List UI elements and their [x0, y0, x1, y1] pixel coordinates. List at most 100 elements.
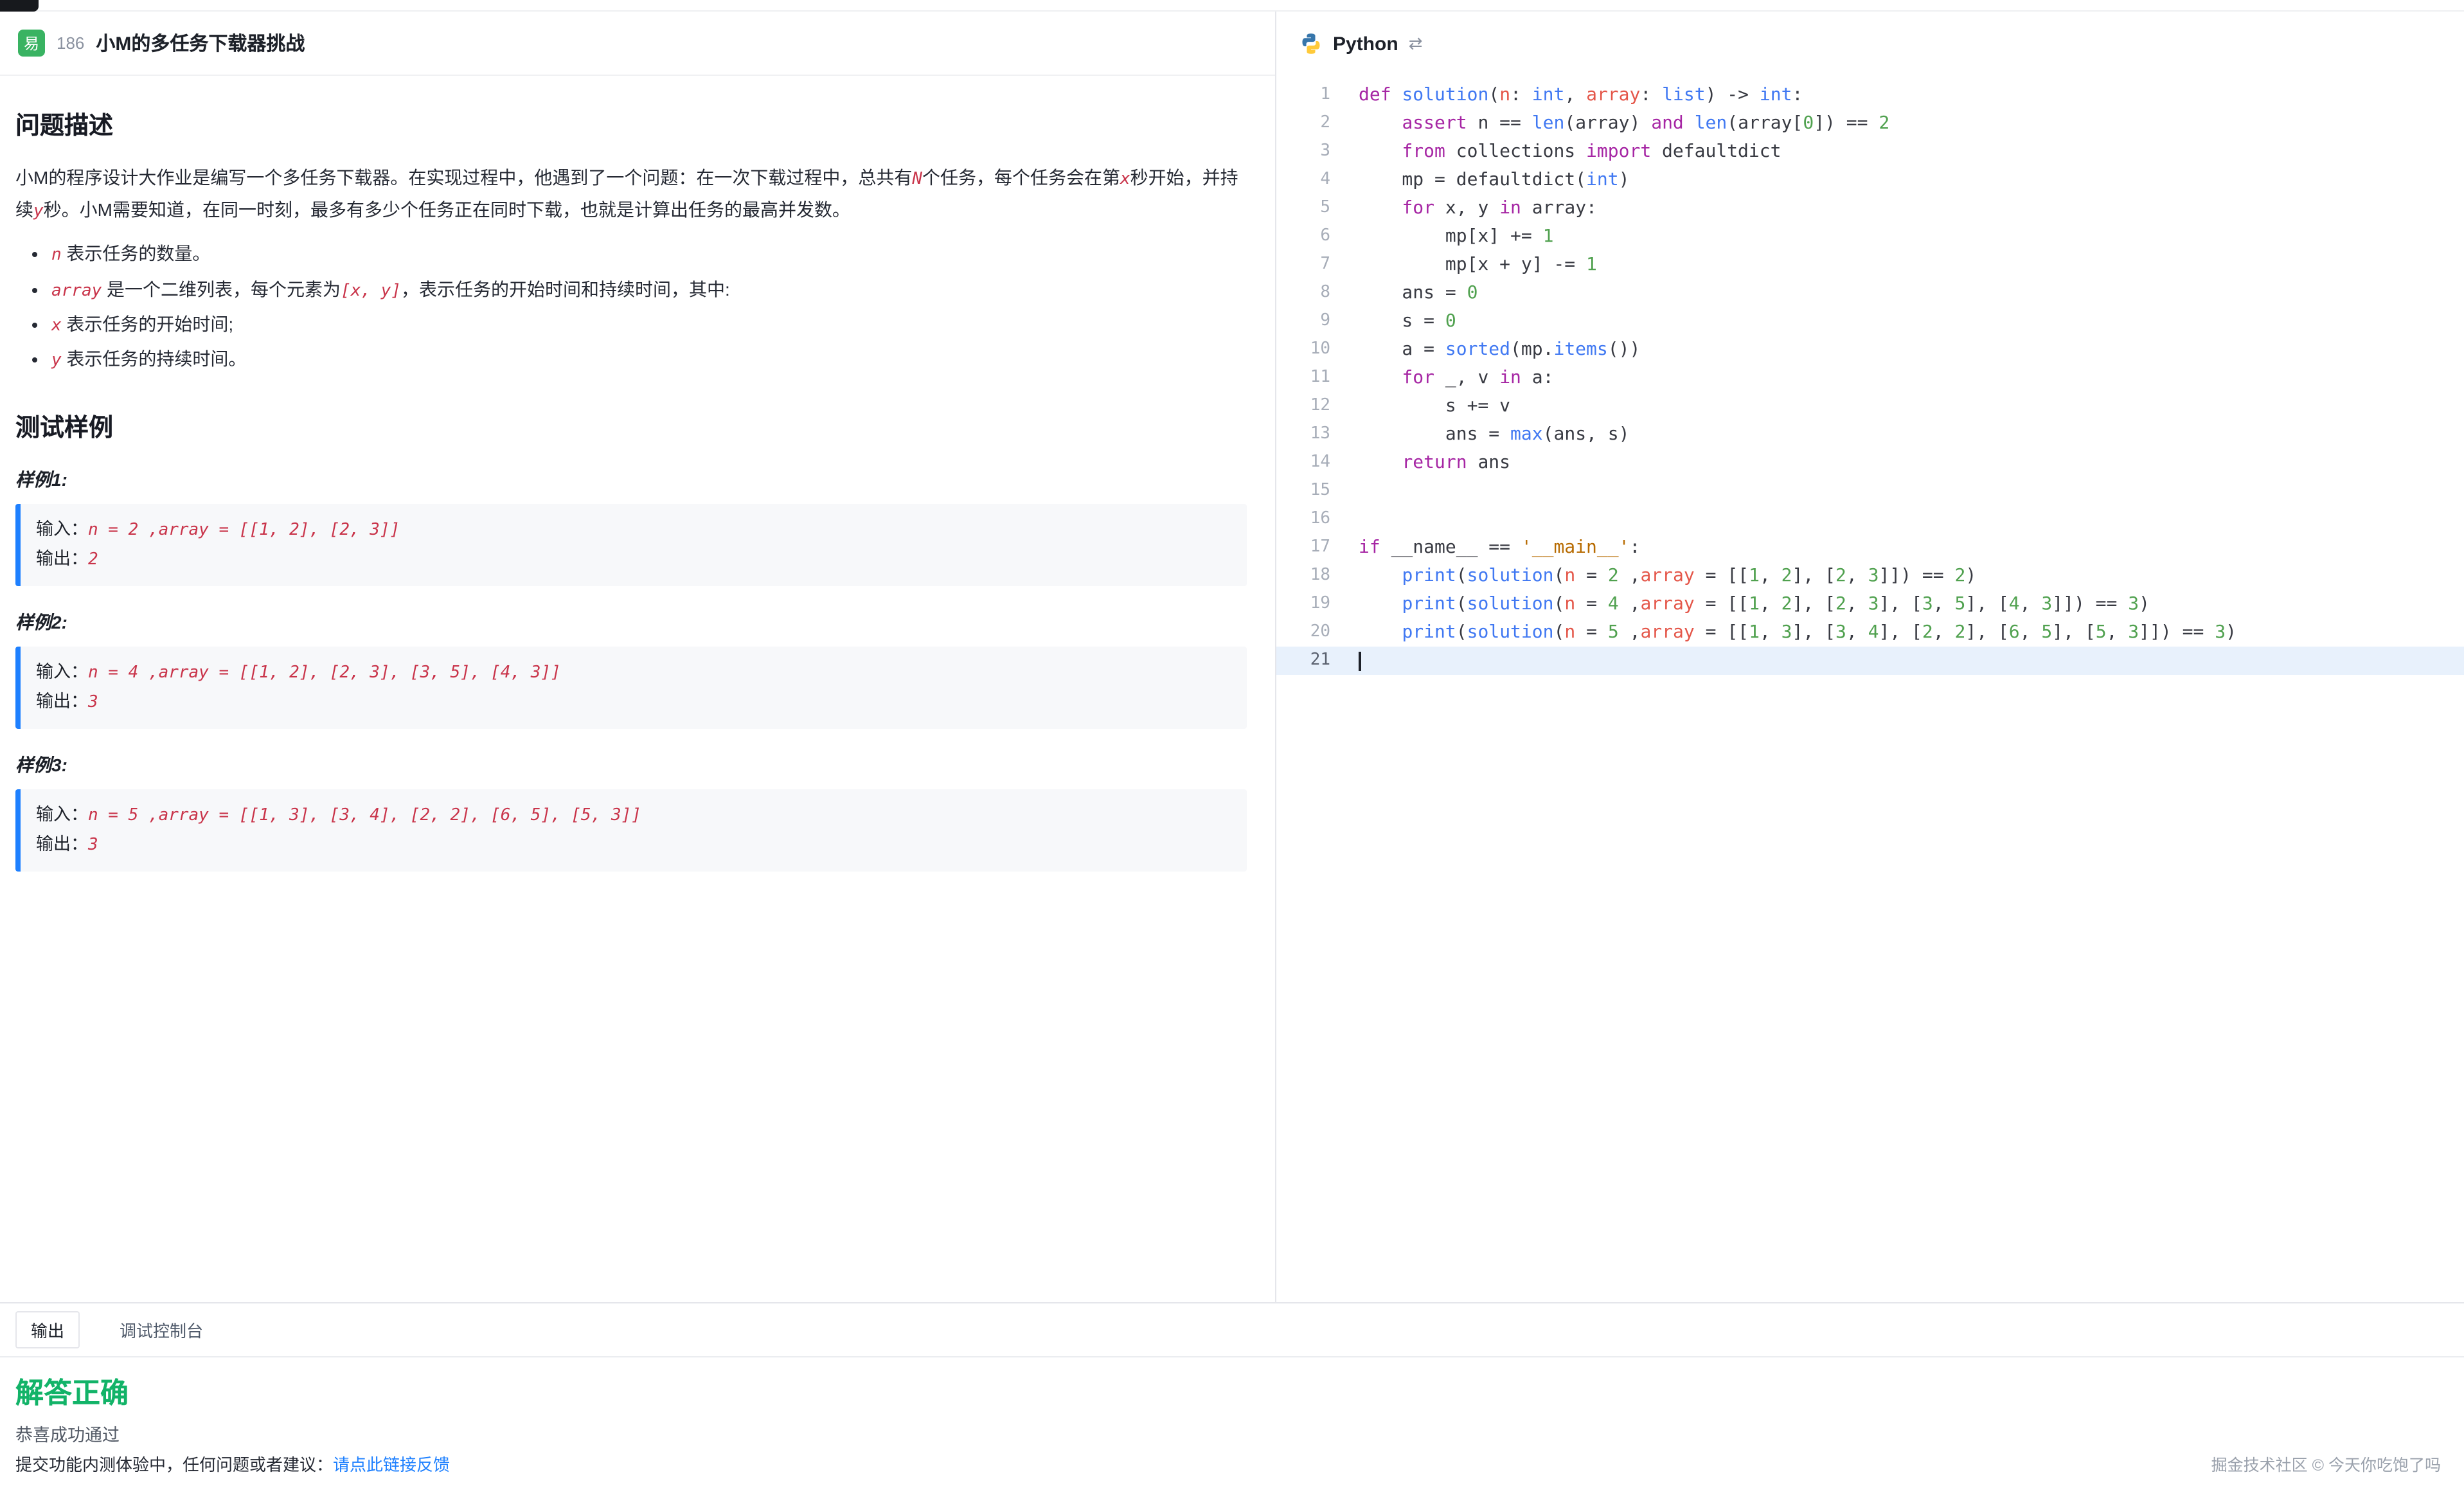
- sample-output-line: 输出：2: [36, 544, 1231, 574]
- line-number[interactable]: 15: [1276, 477, 1359, 505]
- description-heading: 问题描述: [15, 107, 1247, 141]
- line-number[interactable]: 3: [1276, 138, 1359, 166]
- tab-debug-console[interactable]: 调试控制台: [105, 1312, 217, 1347]
- line-number[interactable]: 12: [1276, 392, 1359, 420]
- output-tabs: 输出 调试控制台: [0, 1303, 2464, 1357]
- line-number[interactable]: 17: [1276, 533, 1359, 562]
- code-line[interactable]: 13 ans = max(ans, s): [1276, 420, 2464, 449]
- code-text[interactable]: return ans: [1359, 449, 2464, 477]
- problem-title: 小M的多任务下载器挑战: [96, 30, 305, 57]
- code-line[interactable]: 3 from collections import defaultdict: [1276, 138, 2464, 166]
- inline-code: x: [1120, 170, 1130, 189]
- feedback-text: 提交功能内测体验中，任何问题或者建议：请点此链接反馈: [15, 1451, 450, 1476]
- sample-input-line: 输入：n = 5 ,array = [[1, 3], [3, 4], [2, 2…: [36, 801, 1231, 830]
- editor-panel: Python ⇄ 1def solution(n: int, array: li…: [1276, 12, 2464, 1302]
- code-text[interactable]: if __name__ == '__main__':: [1359, 533, 2464, 562]
- line-number[interactable]: 19: [1276, 590, 1359, 618]
- code-line[interactable]: 16: [1276, 505, 2464, 533]
- code-line[interactable]: 21: [1276, 647, 2464, 675]
- code-line[interactable]: 1def solution(n: int, array: list) -> in…: [1276, 81, 2464, 109]
- code-text[interactable]: s = 0: [1359, 307, 2464, 336]
- code-text[interactable]: print(solution(n = 4 ,array = [[1, 2], […: [1359, 590, 2464, 618]
- code-line[interactable]: 19 print(solution(n = 4 ,array = [[1, 2]…: [1276, 590, 2464, 618]
- code-text[interactable]: mp[x + y] -= 1: [1359, 251, 2464, 279]
- code-line[interactable]: 2 assert n == len(array) and len(array[0…: [1276, 109, 2464, 138]
- difficulty-badge: 易: [18, 30, 45, 57]
- language-switch-icon[interactable]: ⇄: [1409, 33, 1423, 54]
- code-text[interactable]: print(solution(n = 2 ,array = [[1, 2], […: [1359, 562, 2464, 590]
- line-number[interactable]: 11: [1276, 364, 1359, 392]
- code-text[interactable]: def solution(n: int, array: list) -> int…: [1359, 81, 2464, 109]
- problem-header: 易 186 小M的多任务下载器挑战: [0, 12, 1275, 76]
- code-text[interactable]: [1359, 505, 2464, 533]
- line-number[interactable]: 18: [1276, 562, 1359, 590]
- sample-block: 输入：n = 4 ,array = [[1, 2], [2, 3], [3, 5…: [15, 647, 1247, 729]
- code-line[interactable]: 9 s = 0: [1276, 307, 2464, 336]
- result-subtitle: 恭喜成功通过: [15, 1420, 2446, 1446]
- line-number[interactable]: 10: [1276, 336, 1359, 364]
- code-text[interactable]: a = sorted(mp.items()): [1359, 336, 2464, 364]
- sample-input-line: 输入：n = 2 ,array = [[1, 2], [2, 3]]: [36, 515, 1231, 544]
- problem-panel: 易 186 小M的多任务下载器挑战 问题描述 小M的程序设计大作业是编写一个多任…: [0, 12, 1276, 1302]
- code-text[interactable]: for x, y in array:: [1359, 194, 2464, 222]
- code-line[interactable]: 18 print(solution(n = 2 ,array = [[1, 2]…: [1276, 562, 2464, 590]
- code-line[interactable]: 20 print(solution(n = 5 ,array = [[1, 3]…: [1276, 618, 2464, 647]
- code-text[interactable]: [1359, 647, 2464, 675]
- sample-input-code: n = 4 ,array = [[1, 2], [2, 3], [3, 5], …: [88, 663, 561, 683]
- code-text[interactable]: print(solution(n = 5 ,array = [[1, 3], […: [1359, 618, 2464, 647]
- sample-input-label: 输入：: [36, 662, 88, 681]
- line-number[interactable]: 14: [1276, 449, 1359, 477]
- problem-content: 问题描述 小M的程序设计大作业是编写一个多任务下载器。在实现过程中，他遇到了一个…: [0, 76, 1275, 1302]
- code-line[interactable]: 5 for x, y in array:: [1276, 194, 2464, 222]
- code-text[interactable]: assert n == len(array) and len(array[0])…: [1359, 109, 2464, 138]
- code-text[interactable]: [1359, 477, 2464, 505]
- sample-case-1: 样例1: 输入：n = 2 ,array = [[1, 2], [2, 3]] …: [15, 466, 1247, 586]
- editor-header: Python ⇄: [1276, 12, 2464, 76]
- feedback-link[interactable]: 请点此链接反馈: [333, 1455, 450, 1474]
- line-number[interactable]: 1: [1276, 81, 1359, 109]
- code-line[interactable]: 6 mp[x] += 1: [1276, 222, 2464, 251]
- line-number[interactable]: 5: [1276, 194, 1359, 222]
- line-number[interactable]: 2: [1276, 109, 1359, 138]
- line-number[interactable]: 16: [1276, 505, 1359, 533]
- code-text[interactable]: mp = defaultdict(int): [1359, 166, 2464, 194]
- line-number[interactable]: 8: [1276, 279, 1359, 307]
- sample-input-label: 输入：: [36, 805, 88, 824]
- language-label[interactable]: Python: [1333, 33, 1398, 55]
- code-line[interactable]: 11 for _, v in a:: [1276, 364, 2464, 392]
- sample-output-code: 3: [88, 693, 98, 712]
- code-editor[interactable]: 1def solution(n: int, array: list) -> in…: [1276, 76, 2464, 1302]
- code-text[interactable]: mp[x] += 1: [1359, 222, 2464, 251]
- line-number[interactable]: 4: [1276, 166, 1359, 194]
- sample-input-label: 输入：: [36, 519, 88, 538]
- code-line[interactable]: 14 return ans: [1276, 449, 2464, 477]
- line-number[interactable]: 7: [1276, 251, 1359, 279]
- line-number[interactable]: 20: [1276, 618, 1359, 647]
- code-text[interactable]: ans = 0: [1359, 279, 2464, 307]
- inline-code: y: [33, 202, 44, 221]
- code-text[interactable]: ans = max(ans, s): [1359, 420, 2464, 449]
- code-line[interactable]: 10 a = sorted(mp.items()): [1276, 336, 2464, 364]
- line-number[interactable]: 9: [1276, 307, 1359, 336]
- line-number[interactable]: 21: [1276, 647, 1359, 675]
- code-text[interactable]: for _, v in a:: [1359, 364, 2464, 392]
- inline-code: [x, y]: [341, 281, 401, 300]
- line-number[interactable]: 13: [1276, 420, 1359, 449]
- sample-label: 样例2:: [15, 609, 1247, 635]
- code-line[interactable]: 17if __name__ == '__main__':: [1276, 533, 2464, 562]
- sample-output-code: 2: [88, 550, 98, 569]
- code-line[interactable]: 15: [1276, 477, 2464, 505]
- code-text[interactable]: from collections import defaultdict: [1359, 138, 2464, 166]
- sample-output-line: 输出：3: [36, 830, 1231, 860]
- code-line[interactable]: 4 mp = defaultdict(int): [1276, 166, 2464, 194]
- inline-code: n: [51, 246, 62, 265]
- code-line[interactable]: 8 ans = 0: [1276, 279, 2464, 307]
- sample-output-label: 输出：: [36, 692, 88, 711]
- code-line[interactable]: 7 mp[x + y] -= 1: [1276, 251, 2464, 279]
- line-number[interactable]: 6: [1276, 222, 1359, 251]
- code-line[interactable]: 12 s += v: [1276, 392, 2464, 420]
- tab-output[interactable]: 输出: [15, 1311, 80, 1348]
- bullet-item: n 表示任务的数量。: [51, 237, 1247, 273]
- sample-label: 样例1:: [15, 466, 1247, 492]
- code-text[interactable]: s += v: [1359, 392, 2464, 420]
